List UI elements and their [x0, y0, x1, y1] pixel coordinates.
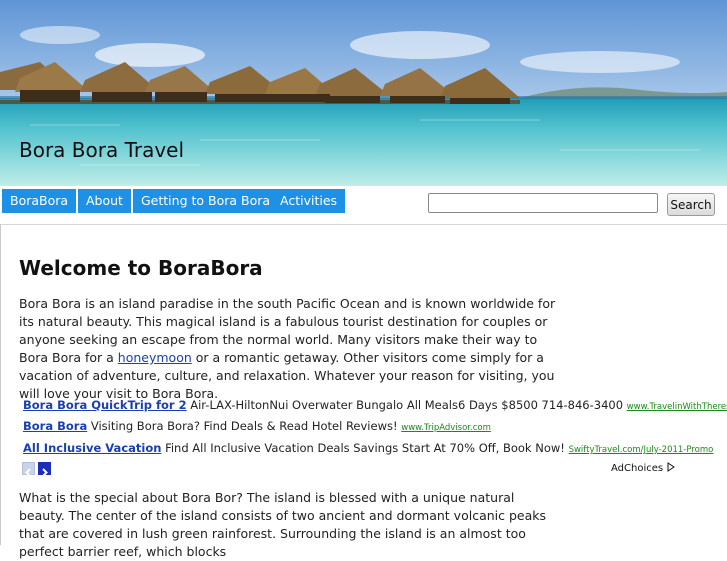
ad-text: Visiting Bora Bora? Find Deals & Read Ho… [87, 419, 402, 433]
chevron-right-icon [42, 468, 48, 477]
intro-paragraph: Bora Bora is an island paradise in the s… [19, 295, 564, 403]
ad-url-link[interactable]: SwiftyTravel.com/July-2011-Promo [569, 445, 714, 455]
search-button[interactable]: Search [667, 193, 715, 216]
honeymoon-link[interactable]: honeymoon [118, 350, 192, 365]
ad-choices[interactable]: AdChoices [611, 462, 676, 474]
ad-item: Bora Bora Visiting Bora Bora? Find Deals… [23, 418, 491, 436]
ad-choices-label: AdChoices [611, 463, 664, 474]
ad-title-link[interactable]: Bora Bora [23, 419, 87, 433]
ad-url-link[interactable]: www.TripAdvisor.com [401, 423, 491, 433]
ad-text: Find All Inclusive Vacation Deals Saving… [161, 441, 569, 455]
ad-item: Bora Bora QuickTrip for 2 Air-LAX-Hilton… [23, 397, 727, 415]
search-input[interactable] [428, 193, 658, 213]
ad-next-button[interactable] [38, 462, 51, 477]
content-border [0, 224, 1, 545]
ad-url-link[interactable]: www.TravelinWithTheresa [627, 402, 727, 412]
ad-text: Air-LAX-HiltonNui Overwater Bungalo All … [186, 398, 627, 412]
chevron-left-icon [25, 468, 31, 477]
header-banner: Bora Bora Travel [0, 0, 727, 186]
nav-item-borabora[interactable]: BoraBora [2, 189, 77, 213]
ad-title-link[interactable]: Bora Bora QuickTrip for 2 [23, 398, 187, 412]
nav-item-about[interactable]: About [78, 189, 131, 213]
nav-item-activities[interactable]: Activities [272, 189, 346, 213]
adchoices-icon [667, 462, 676, 472]
ad-prev-button[interactable] [22, 462, 35, 477]
page-heading: Welcome to BoraBora [19, 256, 263, 280]
site-title[interactable]: Bora Bora Travel [19, 138, 184, 162]
body-paragraph: What is the special about Bora Bor? The … [19, 490, 547, 559]
ad-item: All Inclusive Vacation Find All Inclusiv… [23, 440, 713, 458]
ad-title-link[interactable]: All Inclusive Vacation [23, 441, 161, 455]
nav-item-getting-to-bora-bora[interactable]: Getting to Bora Bora [133, 189, 279, 213]
